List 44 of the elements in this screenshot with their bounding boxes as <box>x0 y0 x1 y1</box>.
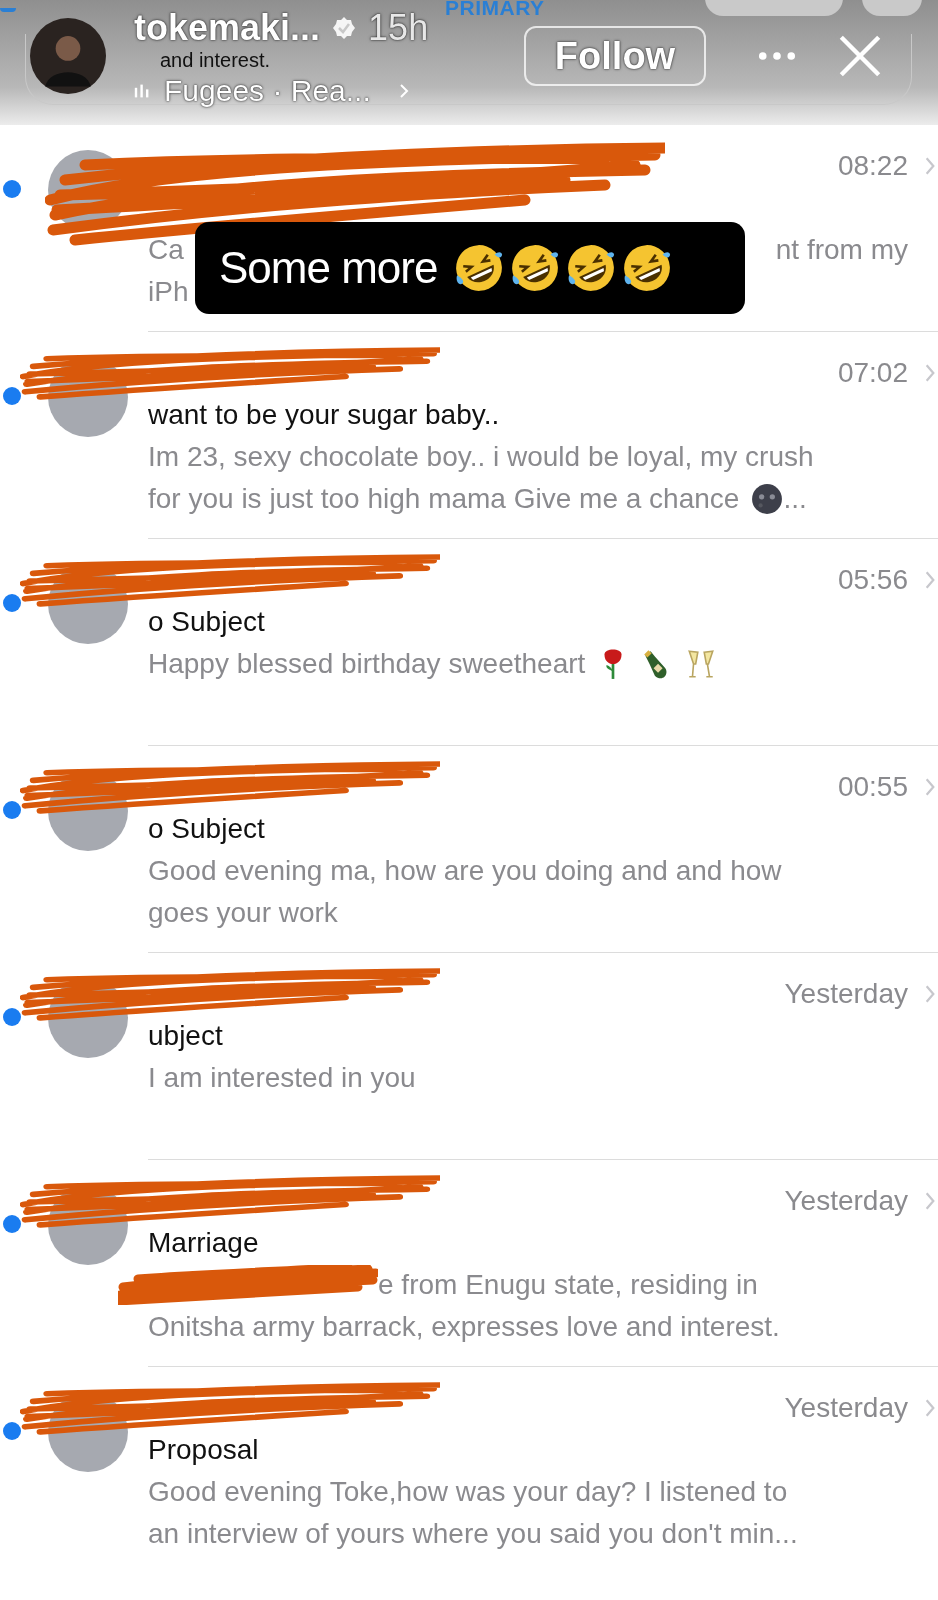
sticker-text: Some more <box>219 243 438 293</box>
chevron-icon <box>924 570 936 590</box>
message-preview: ... <box>783 483 807 515</box>
chevron-icon <box>924 156 936 176</box>
chevron-icon <box>924 1191 936 1211</box>
message-preview: e from Enugu state, residing in <box>378 1269 758 1301</box>
avatar[interactable] <box>30 18 106 94</box>
chevron-icon <box>924 984 936 1004</box>
message-preview: nt from my <box>775 234 908 266</box>
message-preview: I am interested in you <box>148 1062 416 1094</box>
chevron-icon <box>924 363 936 383</box>
close-icon[interactable] <box>838 34 882 78</box>
message-subject: Marriage <box>148 1227 259 1259</box>
message-time: 00:55 <box>837 771 908 803</box>
message-time: 05:56 <box>837 564 908 596</box>
message-subject: want to be your sugar baby.. <box>148 399 500 431</box>
message-subject: ubject <box>148 1020 223 1052</box>
mailbox-title: PRIMARY <box>445 0 545 20</box>
message-time: Yesterday <box>784 978 908 1010</box>
message-preview: an interview of yours where you said you don't min... <box>148 1518 798 1550</box>
message-subject: Proposal <box>148 1434 259 1466</box>
chevron-icon <box>398 83 409 99</box>
message-time: 08:22 <box>837 150 908 182</box>
message-preview: Happy blessed birthday sweetheart <box>148 648 586 680</box>
message-preview: Ca <box>148 234 184 266</box>
message-preview: Onitsha army barrack, expresses love and interest. <box>148 1311 780 1343</box>
more-icon[interactable] <box>758 51 796 61</box>
chevron-icon <box>924 777 936 797</box>
banner-text: and interest. <box>160 49 271 71</box>
message-preview: for you is just too high mama Give me a chance <box>148 483 740 515</box>
message-preview: Im 23, sexy chocolate boy.. i would be loyal, my crush <box>148 441 814 473</box>
message-subject: o Subject <box>148 606 265 638</box>
message-time: Yesterday <box>784 1185 908 1217</box>
post-time: 15h <box>368 7 429 49</box>
message-time: Yesterday <box>784 1392 908 1424</box>
message-preview: goes your work <box>148 897 338 929</box>
message-subject: o Subject <box>148 813 265 845</box>
music-bars-icon <box>134 83 150 99</box>
moon-face-icon <box>751 483 784 515</box>
message-preview: Good evening ma, how are you doing and and how <box>148 855 782 887</box>
message-preview: iPh <box>148 276 189 308</box>
message-time: 07:02 <box>837 357 908 389</box>
chevron-icon <box>924 1398 936 1418</box>
message-preview: Good evening Toke,how was your day? I listened to <box>148 1476 788 1508</box>
